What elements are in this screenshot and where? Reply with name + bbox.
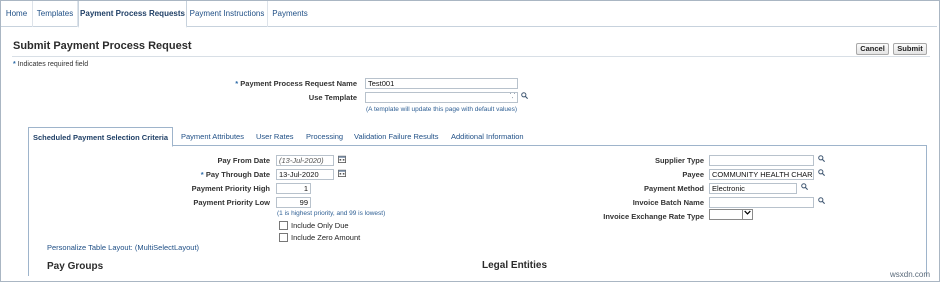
tab-payment-process-requests[interactable]: Payment Process Requests xyxy=(78,1,187,28)
tab-validation-failure-results[interactable]: Validation Failure Results xyxy=(354,127,439,146)
tab-payment-instructions[interactable]: Payment Instructions xyxy=(187,1,268,27)
calendar-icon[interactable] xyxy=(337,169,346,179)
title-divider xyxy=(12,56,930,57)
page-title: Submit Payment Process Request xyxy=(13,40,192,52)
pay-through-date-label: * Pay Through Date xyxy=(150,170,270,179)
include-only-due-checkbox[interactable] xyxy=(279,221,288,230)
ppr-name-label: * Payment Process Request Name xyxy=(200,79,357,88)
search-icon[interactable] xyxy=(520,92,529,102)
invoice-batch-name-label: Invoice Batch Name xyxy=(632,198,704,207)
required-marker: * xyxy=(13,61,16,68)
supplier-type-label: Supplier Type xyxy=(654,156,704,165)
cancel-button[interactable]: Cancel xyxy=(856,43,889,55)
top-navigation: Home Templates Payment Process Requests … xyxy=(1,1,937,28)
exchange-rate-type-label: Invoice Exchange Rate Type xyxy=(603,212,704,221)
search-icon[interactable] xyxy=(817,155,826,165)
payee-input[interactable]: COMMUNITY HEALTH CHAR xyxy=(709,169,814,180)
calendar-icon[interactable] xyxy=(337,155,346,165)
include-zero-amount-checkbox[interactable] xyxy=(279,233,288,242)
pay-from-date-input[interactable]: (13-Jul-2020) xyxy=(276,155,334,166)
supplier-type-input[interactable] xyxy=(709,155,814,166)
criteria-tabs: Scheduled Payment Selection Criteria Pay… xyxy=(28,127,927,147)
priority-low-input[interactable]: 99 xyxy=(276,197,311,208)
priority-low-label: Payment Priority Low xyxy=(193,198,270,207)
pay-through-date-input[interactable]: 13-Jul-2020 xyxy=(276,169,334,180)
pay-through-date-label-text: Pay Through Date xyxy=(205,170,270,179)
use-template-input[interactable] xyxy=(365,92,518,103)
submit-button[interactable]: Submit xyxy=(893,43,927,55)
chevron-down-icon xyxy=(742,210,752,219)
priority-hint: (1 is highest priority, and 99 is lowest… xyxy=(277,210,386,217)
required-note-text: Indicates required field xyxy=(17,61,89,68)
include-zero-amount-label: Include Zero Amount xyxy=(291,233,361,242)
search-icon[interactable] xyxy=(817,197,826,207)
tab-user-rates[interactable]: User Rates xyxy=(256,127,294,146)
payment-method-input[interactable]: Electronic xyxy=(709,183,797,194)
invoice-batch-name-input[interactable] xyxy=(709,197,814,208)
priority-high-input[interactable]: 1 xyxy=(276,183,311,194)
template-hint: (A template will update this page with d… xyxy=(366,106,518,113)
required-field-note: * Indicates required field xyxy=(13,61,88,68)
pay-from-date-label: Pay From Date xyxy=(217,156,270,165)
required-marker: * xyxy=(200,170,204,179)
tab-scheduled-payment-selection-criteria[interactable]: Scheduled Payment Selection Criteria xyxy=(28,127,174,147)
personalize-table-layout-link[interactable]: Personalize Table Layout: (MultiSelectLa… xyxy=(47,243,199,252)
pay-groups-heading: Pay Groups xyxy=(47,261,104,272)
required-marker: * xyxy=(235,79,239,88)
search-icon[interactable] xyxy=(817,169,826,179)
tab-processing[interactable]: Processing xyxy=(306,127,343,146)
payment-method-label: Payment Method xyxy=(643,184,704,193)
ppr-name-input[interactable]: Test001 xyxy=(365,78,518,89)
priority-high-label: Payment Priority High xyxy=(191,184,270,193)
use-template-label: Use Template xyxy=(308,93,357,102)
payee-label: Payee xyxy=(682,170,704,179)
include-only-due-label: Include Only Due xyxy=(291,221,349,230)
ppr-name-label-text: Payment Process Request Name xyxy=(240,79,357,88)
tab-additional-information[interactable]: Additional Information xyxy=(451,127,524,146)
search-icon[interactable] xyxy=(800,183,809,193)
tab-payment-attributes[interactable]: Payment Attributes xyxy=(181,127,244,146)
tab-home[interactable]: Home xyxy=(1,1,33,27)
exchange-rate-type-select[interactable] xyxy=(709,209,753,220)
resize-icon: ⸪ xyxy=(509,93,516,100)
tab-templates[interactable]: Templates xyxy=(33,1,78,27)
watermark: wsxdn.com xyxy=(889,270,930,279)
legal-entities-heading: Legal Entities xyxy=(482,260,548,271)
tab-payments[interactable]: Payments xyxy=(268,1,312,27)
